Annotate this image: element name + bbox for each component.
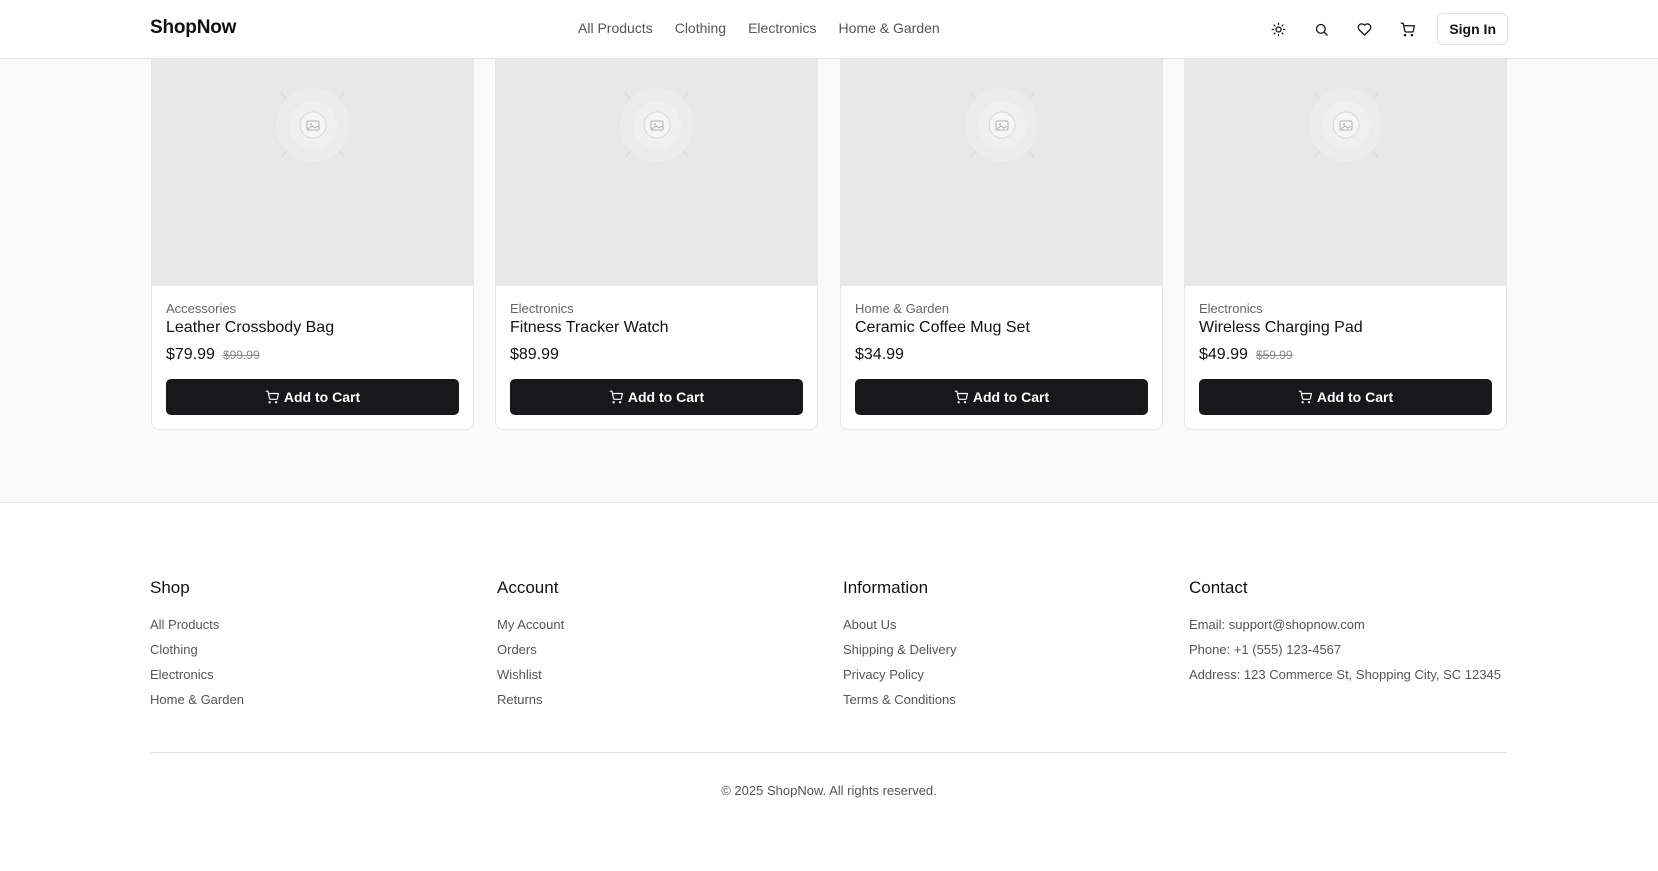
footer-column-contact: Contact Email: support@shopnow.com Phone… — [1189, 578, 1501, 687]
add-to-cart-label: Add to Cart — [972, 389, 1050, 405]
footer-link-about-us[interactable]: About Us — [843, 612, 956, 637]
footer-link-orders[interactable]: Orders — [497, 637, 564, 662]
product-name[interactable]: Leather Crossbody Bag — [166, 319, 459, 337]
product-card[interactable]: Electronics Fitness Tracker Watch $89.99… — [495, 0, 818, 430]
add-to-cart-button[interactable]: Add to Cart — [855, 379, 1148, 415]
footer-column-shop: Shop All Products Clothing Electronics H… — [150, 578, 244, 712]
product-name[interactable]: Wireless Charging Pad — [1199, 319, 1492, 337]
footer-link-all-products[interactable]: All Products — [150, 612, 244, 637]
product-price: $79.99 — [166, 346, 215, 363]
product-price: $49.99 — [1199, 346, 1248, 363]
add-to-cart-button[interactable]: Add to Cart — [1199, 379, 1492, 415]
product-card[interactable]: Electronics Wireless Charging Pad $49.99… — [1184, 0, 1507, 430]
site-header: ShopNow All Products Clothing Electronic… — [0, 0, 1658, 59]
product-price: $34.99 — [855, 346, 904, 363]
product-category: Electronics — [1199, 301, 1263, 316]
nav-home-garden[interactable]: Home & Garden — [839, 20, 940, 36]
add-to-cart-label: Add to Cart — [627, 389, 705, 405]
footer-link-electronics[interactable]: Electronics — [150, 662, 244, 687]
image-placeholder-icon — [619, 87, 695, 163]
footer-link-my-account[interactable]: My Account — [497, 612, 564, 637]
nav-electronics[interactable]: Electronics — [748, 20, 816, 36]
sign-in-button[interactable]: Sign In — [1437, 13, 1508, 45]
contact-phone: Phone: +1 (555) 123-4567 — [1189, 642, 1342, 657]
nav-clothing[interactable]: Clothing — [675, 20, 726, 36]
product-category: Electronics — [510, 301, 574, 316]
product-card[interactable]: Accessories Leather Crossbody Bag $79.99… — [151, 0, 474, 430]
main-nav: All Products Clothing Electronics Home &… — [578, 20, 940, 36]
header-actions: Sign In — [1261, 13, 1508, 45]
footer-link-clothing[interactable]: Clothing — [150, 637, 244, 662]
search-icon — [1316, 23, 1329, 36]
footer-column-information: Information About Us Shipping & Delivery… — [843, 578, 956, 712]
footer-link-wishlist[interactable]: Wishlist — [497, 662, 564, 687]
theme-toggle-button[interactable] — [1261, 13, 1296, 45]
product-card[interactable]: Home & Garden Ceramic Coffee Mug Set $34… — [840, 0, 1163, 430]
image-placeholder-icon — [275, 87, 351, 163]
footer-heading: Account — [497, 578, 559, 597]
footer-column-account: Account My Account Orders Wishlist Retur… — [497, 578, 564, 712]
footer-heading: Contact — [1189, 578, 1248, 597]
cart-icon — [954, 390, 968, 404]
product-old-price: $59.99 — [1255, 348, 1293, 362]
cart-icon — [609, 390, 623, 404]
product-old-price: $99.99 — [222, 348, 260, 362]
cart-icon — [1400, 22, 1416, 36]
contact-address: Address: 123 Commerce St, Shopping City,… — [1189, 667, 1501, 682]
copyright-text: © 2025 ShopNow. All rights reserved. — [721, 783, 937, 798]
product-price: $89.99 — [510, 346, 559, 363]
image-placeholder-icon — [1308, 87, 1384, 163]
footer-link-returns[interactable]: Returns — [497, 687, 564, 712]
contact-email: Email: support@shopnow.com — [1189, 617, 1365, 632]
footer-heading: Information — [843, 578, 929, 597]
footer-link-terms[interactable]: Terms & Conditions — [843, 687, 956, 712]
footer-link-privacy[interactable]: Privacy Policy — [843, 662, 956, 687]
wishlist-button[interactable] — [1347, 13, 1382, 45]
heart-icon — [1357, 22, 1372, 36]
footer-divider — [150, 752, 1507, 753]
search-button[interactable] — [1304, 13, 1339, 45]
product-name[interactable]: Fitness Tracker Watch — [510, 319, 803, 337]
image-placeholder-icon — [964, 87, 1040, 163]
site-logo[interactable]: ShopNow — [150, 17, 236, 39]
product-category: Accessories — [166, 301, 237, 316]
add-to-cart-button[interactable]: Add to Cart — [166, 379, 459, 415]
footer-link-home-garden[interactable]: Home & Garden — [150, 687, 244, 712]
add-to-cart-button[interactable]: Add to Cart — [510, 379, 803, 415]
product-grid: Accessories Leather Crossbody Bag $79.99… — [151, 0, 1507, 430]
site-footer: Shop All Products Clothing Electronics H… — [0, 502, 1658, 871]
footer-link-shipping[interactable]: Shipping & Delivery — [843, 637, 956, 662]
nav-all-products[interactable]: All Products — [578, 20, 653, 36]
sun-icon — [1271, 22, 1286, 36]
add-to-cart-label: Add to Cart — [1316, 389, 1394, 405]
product-category: Home & Garden — [855, 301, 949, 316]
footer-heading: Shop — [150, 578, 190, 597]
add-to-cart-label: Add to Cart — [283, 389, 361, 405]
cart-icon — [1298, 390, 1312, 404]
cart-button[interactable] — [1390, 13, 1425, 45]
cart-icon — [265, 390, 279, 404]
product-name[interactable]: Ceramic Coffee Mug Set — [855, 319, 1148, 337]
